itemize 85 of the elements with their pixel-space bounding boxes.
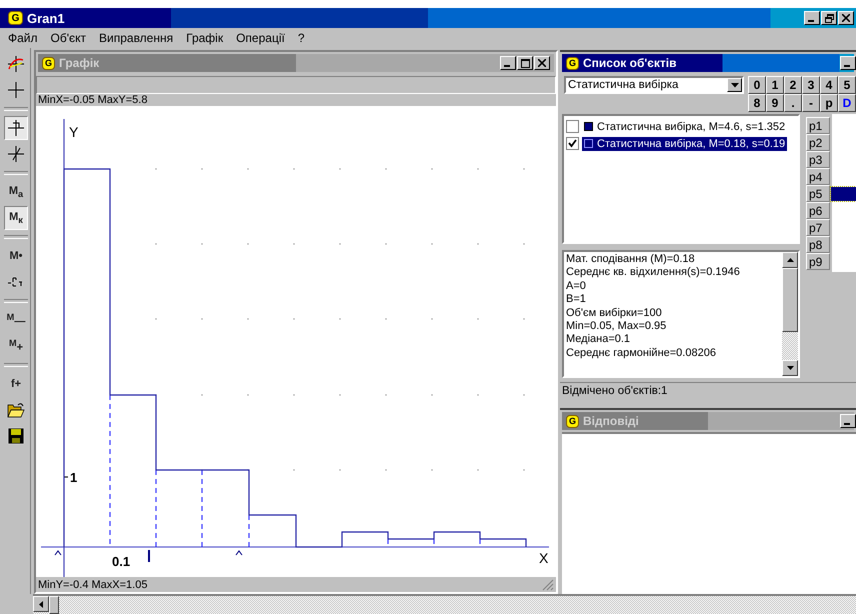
y-tick-label: 1 — [70, 470, 78, 486]
info-line: Об'єм вибірки=100 — [566, 306, 663, 320]
point-button[interactable]: p2 — [806, 134, 830, 151]
keypad-key[interactable]: 4 — [820, 76, 838, 94]
scroll-thumb[interactable] — [49, 596, 59, 614]
keypad-key[interactable]: 0 — [748, 76, 766, 94]
info-line: Середнє гармонійне=0.08206 — [566, 346, 717, 360]
object-type-dropdown[interactable]: Статистична вибірка — [564, 76, 744, 94]
toolbar-button[interactable]: M$_{a}$ — [4, 180, 28, 204]
axes-icon — [7, 55, 25, 73]
restore-icon — [824, 14, 834, 22]
point-button[interactable]: p6 — [806, 202, 830, 219]
point-button[interactable]: p4 — [806, 168, 830, 185]
window-title: Список об'єктів — [583, 56, 676, 70]
keypad-key[interactable]: 8 — [748, 94, 766, 112]
info-line: B=1 — [566, 293, 587, 307]
x-axis-label: X — [539, 550, 548, 566]
horizontal-scrollbar[interactable] — [33, 594, 856, 614]
range-info: MinX=-0.05 MaxY=5.8 — [37, 94, 148, 106]
app-logo: G — [8, 11, 23, 25]
resize-grip-icon — [542, 578, 554, 590]
toolbar-button[interactable]: M• — [4, 244, 28, 268]
point-button[interactable]: p5 — [806, 185, 830, 202]
menu-item[interactable]: ? — [298, 31, 305, 45]
y-axis-label: Y — [69, 124, 78, 140]
object-list-item[interactable]: Статистична вибірка, M=4.6, s=1.352 — [582, 120, 788, 134]
close-icon — [842, 14, 850, 22]
restore-button[interactable] — [821, 11, 837, 25]
menu-item[interactable]: Об'єкт — [50, 31, 86, 45]
toolbar-button[interactable]: f+ — [4, 372, 28, 396]
checkbox[interactable] — [566, 137, 579, 150]
dropdown-arrow-icon — [730, 82, 738, 88]
crosshair-icon — [7, 119, 25, 137]
point-button[interactable]: p3 — [806, 151, 830, 168]
keypad-key[interactable]: 3 — [802, 76, 820, 94]
x-tick-label: 0.1 — [112, 554, 130, 570]
info-line: Медіана=0.1 — [566, 333, 632, 347]
app-logo: G — [566, 56, 579, 70]
object-list-item[interactable]: Статистична вибірка, M=0.18, s=0.19 — [582, 136, 788, 150]
window-title: Відповіді — [583, 414, 639, 428]
menu-item[interactable]: Виправлення — [99, 31, 174, 45]
scroll-up-icon — [786, 258, 794, 262]
keypad-key[interactable]: - — [802, 94, 820, 112]
crosshair-icon — [7, 145, 25, 163]
close-icon — [538, 59, 546, 67]
minimize-button[interactable] — [840, 56, 856, 70]
info-line: A=0 — [566, 280, 587, 294]
range-info: MinY=-0.4 MaxX=1.05 — [38, 578, 148, 590]
scale-icon — [7, 275, 25, 289]
status-text: Відмічено об'єктів:1 — [560, 382, 856, 399]
app-logo: G — [566, 414, 579, 428]
keypad-key[interactable]: p — [820, 94, 838, 112]
window-title: Графік — [59, 56, 100, 70]
toolbar-button[interactable]: $^{M}$— — [4, 308, 28, 332]
menu-item[interactable]: Операції — [236, 31, 285, 45]
info-line: Мат. сподівання (M)=0.18 — [566, 253, 696, 266]
maximize-icon — [520, 58, 530, 68]
scroll-down-icon — [786, 366, 794, 370]
info-line: Середнє кв. відхилення(s)=0.1946 — [566, 266, 741, 280]
window-title: Gran1 — [27, 10, 65, 26]
checkbox[interactable] — [566, 120, 579, 133]
close-button[interactable] — [838, 11, 854, 25]
keypad-key[interactable]: 1 — [766, 76, 784, 94]
point-button[interactable]: p7 — [806, 219, 830, 236]
info-line: Min=0.05, Max=0.95 — [566, 320, 668, 334]
plus-icon — [7, 81, 25, 99]
keypad-key[interactable]: 2 — [784, 76, 802, 94]
scroll-left-icon — [39, 600, 43, 608]
scroll-thumb[interactable] — [782, 268, 798, 332]
folder-icon — [7, 402, 25, 418]
keypad-key[interactable]: D — [838, 94, 856, 112]
keypad-key[interactable]: 5 — [838, 76, 856, 94]
keypad-key[interactable]: . — [784, 94, 802, 112]
point-button[interactable]: p9 — [806, 253, 830, 270]
keypad-key[interactable]: 9 — [766, 94, 784, 112]
vertical-scrollbar[interactable] — [782, 252, 798, 376]
toolbar-button[interactable]: $^{M}$+ — [4, 334, 28, 358]
menu-item[interactable]: Графік — [186, 31, 224, 45]
toolbar-button[interactable]: M$_{к}$ — [4, 206, 28, 230]
tool-button[interactable] — [4, 116, 28, 140]
minimize-button[interactable] — [804, 11, 820, 25]
app-logo: G — [42, 56, 55, 70]
point-button[interactable]: p8 — [806, 236, 830, 253]
point-button[interactable]: p1 — [806, 117, 830, 134]
menu-item[interactable]: Файл — [8, 31, 38, 45]
